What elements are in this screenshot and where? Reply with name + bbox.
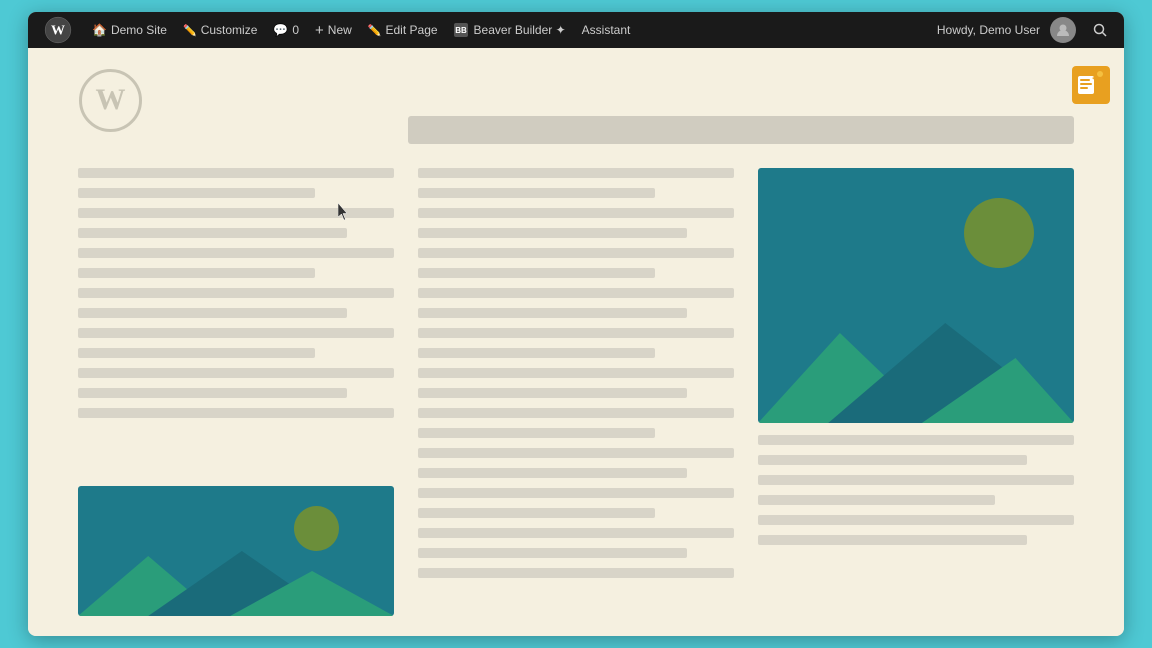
text-line	[78, 268, 315, 278]
text-line	[418, 368, 734, 378]
text-line	[78, 308, 347, 318]
text-line	[78, 248, 394, 258]
text-line	[758, 495, 995, 505]
text-line	[418, 528, 734, 538]
wp-logo-button[interactable]: W	[36, 12, 84, 48]
svg-text:BB: BB	[455, 26, 467, 35]
column-1	[78, 168, 394, 616]
column-2	[418, 168, 734, 616]
search-icon	[1093, 23, 1107, 37]
text-line	[418, 568, 734, 578]
text-line	[418, 388, 687, 398]
user-avatar-icon	[1055, 22, 1071, 38]
text-line	[418, 248, 734, 258]
beaver-builder-icon: BB	[454, 23, 468, 37]
text-line	[78, 228, 347, 238]
text-line	[418, 348, 655, 358]
admin-bar-comments[interactable]: 💬 0	[265, 12, 307, 48]
columns-area	[78, 168, 1074, 616]
text-line	[758, 475, 1074, 485]
text-line	[418, 448, 734, 458]
admin-bar-demo-site[interactable]: 🏠 Demo Site	[84, 12, 175, 48]
text-line	[758, 455, 1027, 465]
text-line	[418, 188, 655, 198]
text-line	[418, 168, 734, 178]
admin-bar: W 🏠 Demo Site ✏️ Customize 💬 0 + New ✏️ …	[28, 12, 1124, 48]
text-line	[78, 288, 394, 298]
svg-text:W: W	[96, 83, 126, 116]
text-line	[758, 515, 1074, 525]
text-line	[418, 208, 734, 218]
column-3	[758, 168, 1074, 616]
image-placeholder-col3	[758, 168, 1074, 423]
comments-icon: 💬	[273, 23, 288, 37]
home-icon: 🏠	[92, 23, 107, 37]
admin-bar-customize[interactable]: ✏️ Customize	[175, 12, 265, 48]
text-line	[418, 268, 655, 278]
image-placeholder-col1	[78, 486, 394, 616]
text-line	[78, 348, 315, 358]
text-line	[418, 328, 734, 338]
text-line	[78, 388, 347, 398]
wp-circle-logo: W	[78, 68, 143, 133]
svg-text:W: W	[51, 24, 65, 39]
text-line	[418, 408, 734, 418]
text-line	[758, 435, 1074, 445]
text-line	[78, 328, 394, 338]
admin-bar-edit-page[interactable]: ✏️ Edit Page	[360, 12, 446, 48]
text-line	[418, 548, 687, 558]
text-line	[418, 288, 734, 298]
browser-window: W 🏠 Demo Site ✏️ Customize 💬 0 + New ✏️ …	[28, 12, 1124, 636]
text-line	[78, 168, 394, 178]
admin-bar-assistant[interactable]: Assistant	[574, 12, 639, 48]
assistant-sticky-icon[interactable]	[1072, 66, 1110, 109]
text-line	[418, 508, 655, 518]
admin-bar-beaver-builder[interactable]: BB Beaver Builder ✦	[446, 12, 574, 48]
text-line	[78, 188, 315, 198]
search-button[interactable]	[1084, 14, 1116, 46]
text-line	[418, 488, 734, 498]
text-line	[78, 368, 394, 378]
header-bar	[408, 116, 1074, 144]
edit-page-icon: ✏️	[368, 24, 382, 37]
admin-bar-right: Howdy, Demo User	[929, 12, 1116, 48]
page-content: W	[28, 48, 1124, 636]
text-line	[418, 308, 687, 318]
howdy-user[interactable]: Howdy, Demo User	[929, 12, 1084, 48]
admin-bar-new[interactable]: + New	[307, 12, 360, 48]
text-line	[418, 468, 687, 478]
new-icon: +	[315, 22, 324, 39]
text-line	[78, 408, 394, 418]
customize-icon: ✏️	[183, 24, 197, 37]
text-line	[418, 428, 655, 438]
text-line	[418, 228, 687, 238]
text-line	[78, 208, 394, 218]
text-line	[758, 535, 1027, 545]
